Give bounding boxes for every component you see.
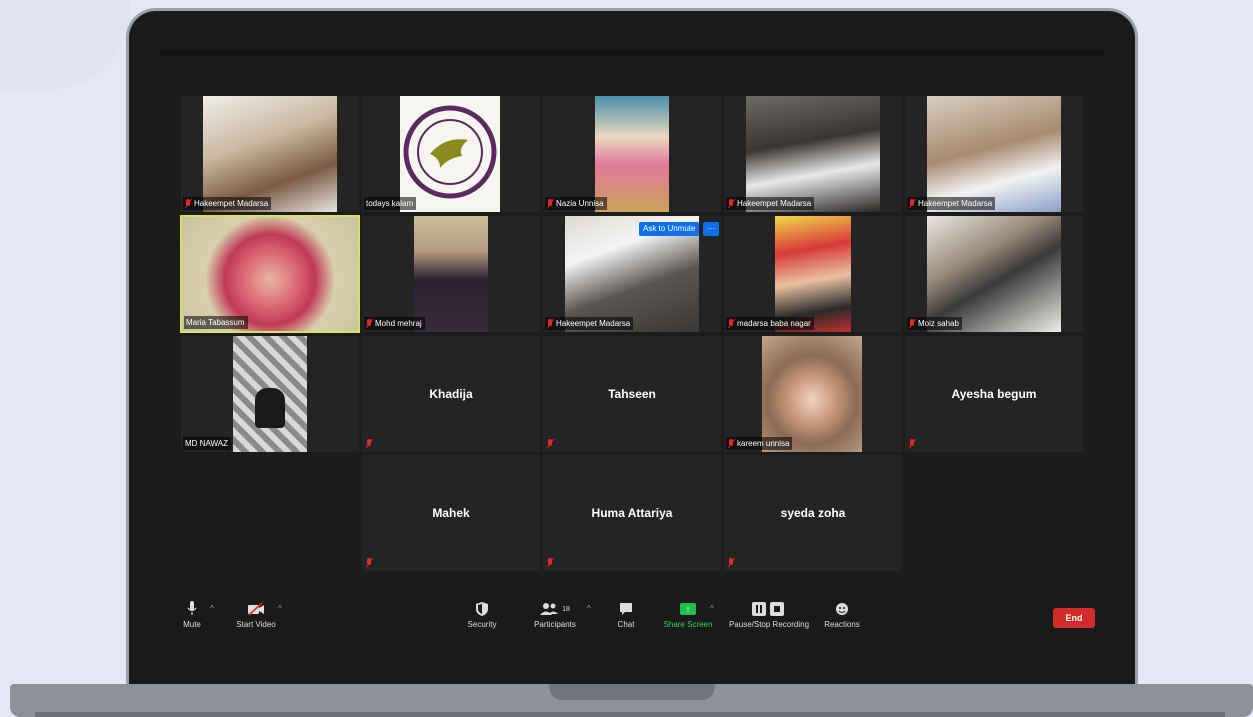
mic-muted-icon [909, 319, 915, 328]
laptop-base-shadow [35, 712, 1225, 717]
participant-video [203, 96, 337, 212]
participant-tile[interactable]: Ayesha begum [905, 336, 1083, 452]
laptop-notch [549, 684, 715, 700]
shield-icon [462, 600, 502, 618]
participant-name-label: Mohd mehraj [364, 317, 425, 330]
participants-options-caret[interactable]: ^ [587, 604, 591, 613]
mic-muted-icon [547, 558, 553, 567]
background-shape [0, 0, 130, 90]
participant-figure [255, 388, 285, 428]
participant-tile[interactable]: Mahek [362, 455, 540, 571]
end-meeting-button[interactable]: End [1053, 608, 1095, 628]
video-options-caret[interactable]: ^ [278, 604, 282, 613]
participant-video [233, 336, 307, 452]
logo-image [403, 105, 497, 199]
participant-tile[interactable]: kareem unnisa [724, 336, 902, 452]
smiley-icon [820, 600, 864, 618]
participant-name: Tahseen [608, 387, 656, 401]
mic-muted-icon [366, 439, 372, 448]
participant-name: Ayesha begum [951, 387, 1037, 401]
share-screen-icon: ↑ [680, 603, 696, 615]
participants-button[interactable]: 18 Participants [530, 600, 580, 629]
participant-tile[interactable]: Hakeempet Madarsa [905, 96, 1083, 212]
participant-video [927, 96, 1061, 212]
window-title-bar [160, 50, 1104, 56]
participant-tile[interactable]: Hakeempet Madarsa [181, 96, 359, 212]
mute-button[interactable]: Mute [178, 600, 206, 629]
video-off-icon [232, 600, 280, 618]
more-options-button[interactable]: ··· [703, 222, 719, 236]
mic-muted-icon [366, 558, 372, 567]
participant-video [400, 96, 500, 212]
participant-tile[interactable]: Hakeempet Madarsa Ask to Unmute ··· [543, 216, 721, 332]
mic-muted-icon [728, 319, 734, 328]
reactions-button[interactable]: Reactions [820, 600, 864, 629]
chat-button[interactable]: Chat [612, 600, 640, 629]
mic-muted-icon [909, 199, 915, 208]
participant-name-label: madarsa baba nagar [726, 317, 814, 330]
participants-count: 18 [562, 605, 570, 613]
participant-name: Huma Attariya [591, 506, 673, 520]
mic-muted-icon [547, 439, 553, 448]
participant-name-label: MD NAWAZ [183, 437, 231, 450]
security-button[interactable]: Security [462, 600, 502, 629]
participant-video [762, 336, 862, 452]
participant-name-label: kareem unnisa [726, 437, 793, 450]
participant-tile[interactable]: Moiz sahab [905, 216, 1083, 332]
participant-tile[interactable]: todays kalam [362, 96, 540, 212]
participant-name-label: Hakeempet Madarsa [545, 317, 634, 330]
participant-name-label: Maria Tabassum [184, 316, 248, 329]
participant-tile[interactable]: syeda zoha [724, 455, 902, 571]
microphone-icon [178, 600, 206, 618]
participants-icon: 18 [530, 600, 580, 618]
participant-tile[interactable]: Mohd mehraj [362, 216, 540, 332]
participant-name: Mahek [432, 506, 470, 520]
chat-icon [612, 600, 640, 618]
zoom-meeting-window: Hakeempet Madarsa todays kalam Nazia Unn… [160, 50, 1104, 640]
active-speaker-tile[interactable]: Maria Tabassum [180, 215, 360, 333]
share-screen-button[interactable]: ↑ Share Screen [660, 600, 716, 629]
mic-muted-icon [547, 199, 553, 208]
participant-name-label: Moiz sahab [907, 317, 962, 330]
pause-stop-icon [724, 600, 814, 618]
mic-muted-icon [728, 558, 734, 567]
participant-video [414, 216, 488, 332]
mic-muted-icon [185, 199, 191, 208]
participant-name-label: Hakeempet Madarsa [726, 197, 815, 210]
participant-name: Khadija [429, 387, 473, 401]
participant-name-label: Hakeempet Madarsa [183, 197, 272, 210]
mic-muted-icon [909, 439, 915, 448]
mic-muted-icon [728, 439, 734, 448]
participant-tile[interactable]: Khadija [362, 336, 540, 452]
participant-video [595, 96, 669, 212]
mic-muted-icon [547, 319, 553, 328]
participant-tile[interactable]: Tahseen [543, 336, 721, 452]
meeting-toolbar: Mute ^ Start Video ^ Security 18 Partici… [160, 592, 1104, 640]
participant-video [927, 216, 1061, 332]
start-video-button[interactable]: Start Video [232, 600, 280, 629]
participant-tile[interactable]: madarsa baba nagar [724, 216, 902, 332]
mic-muted-icon [366, 319, 372, 328]
participant-name: syeda zoha [780, 506, 846, 520]
mic-muted-icon [728, 199, 734, 208]
ask-to-unmute-button[interactable]: Ask to Unmute [639, 222, 700, 236]
participant-video [182, 217, 358, 331]
pause-stop-recording-button[interactable]: Pause/Stop Recording [724, 600, 814, 629]
participant-name-label: Nazia Unnisa [545, 197, 607, 210]
participant-video [775, 216, 851, 332]
participant-name-label: Hakeempet Madarsa [907, 197, 996, 210]
participant-tile[interactable]: Hakeempet Madarsa [724, 96, 902, 212]
participant-video [746, 96, 880, 212]
participant-name-label: todays kalam [364, 197, 417, 210]
share-options-caret[interactable]: ^ [710, 604, 714, 613]
participant-tile[interactable]: Huma Attariya [543, 455, 721, 571]
participant-tile[interactable]: Nazia Unnisa [543, 96, 721, 212]
participant-tile[interactable]: MD NAWAZ [181, 336, 359, 452]
mute-options-caret[interactable]: ^ [210, 604, 214, 613]
